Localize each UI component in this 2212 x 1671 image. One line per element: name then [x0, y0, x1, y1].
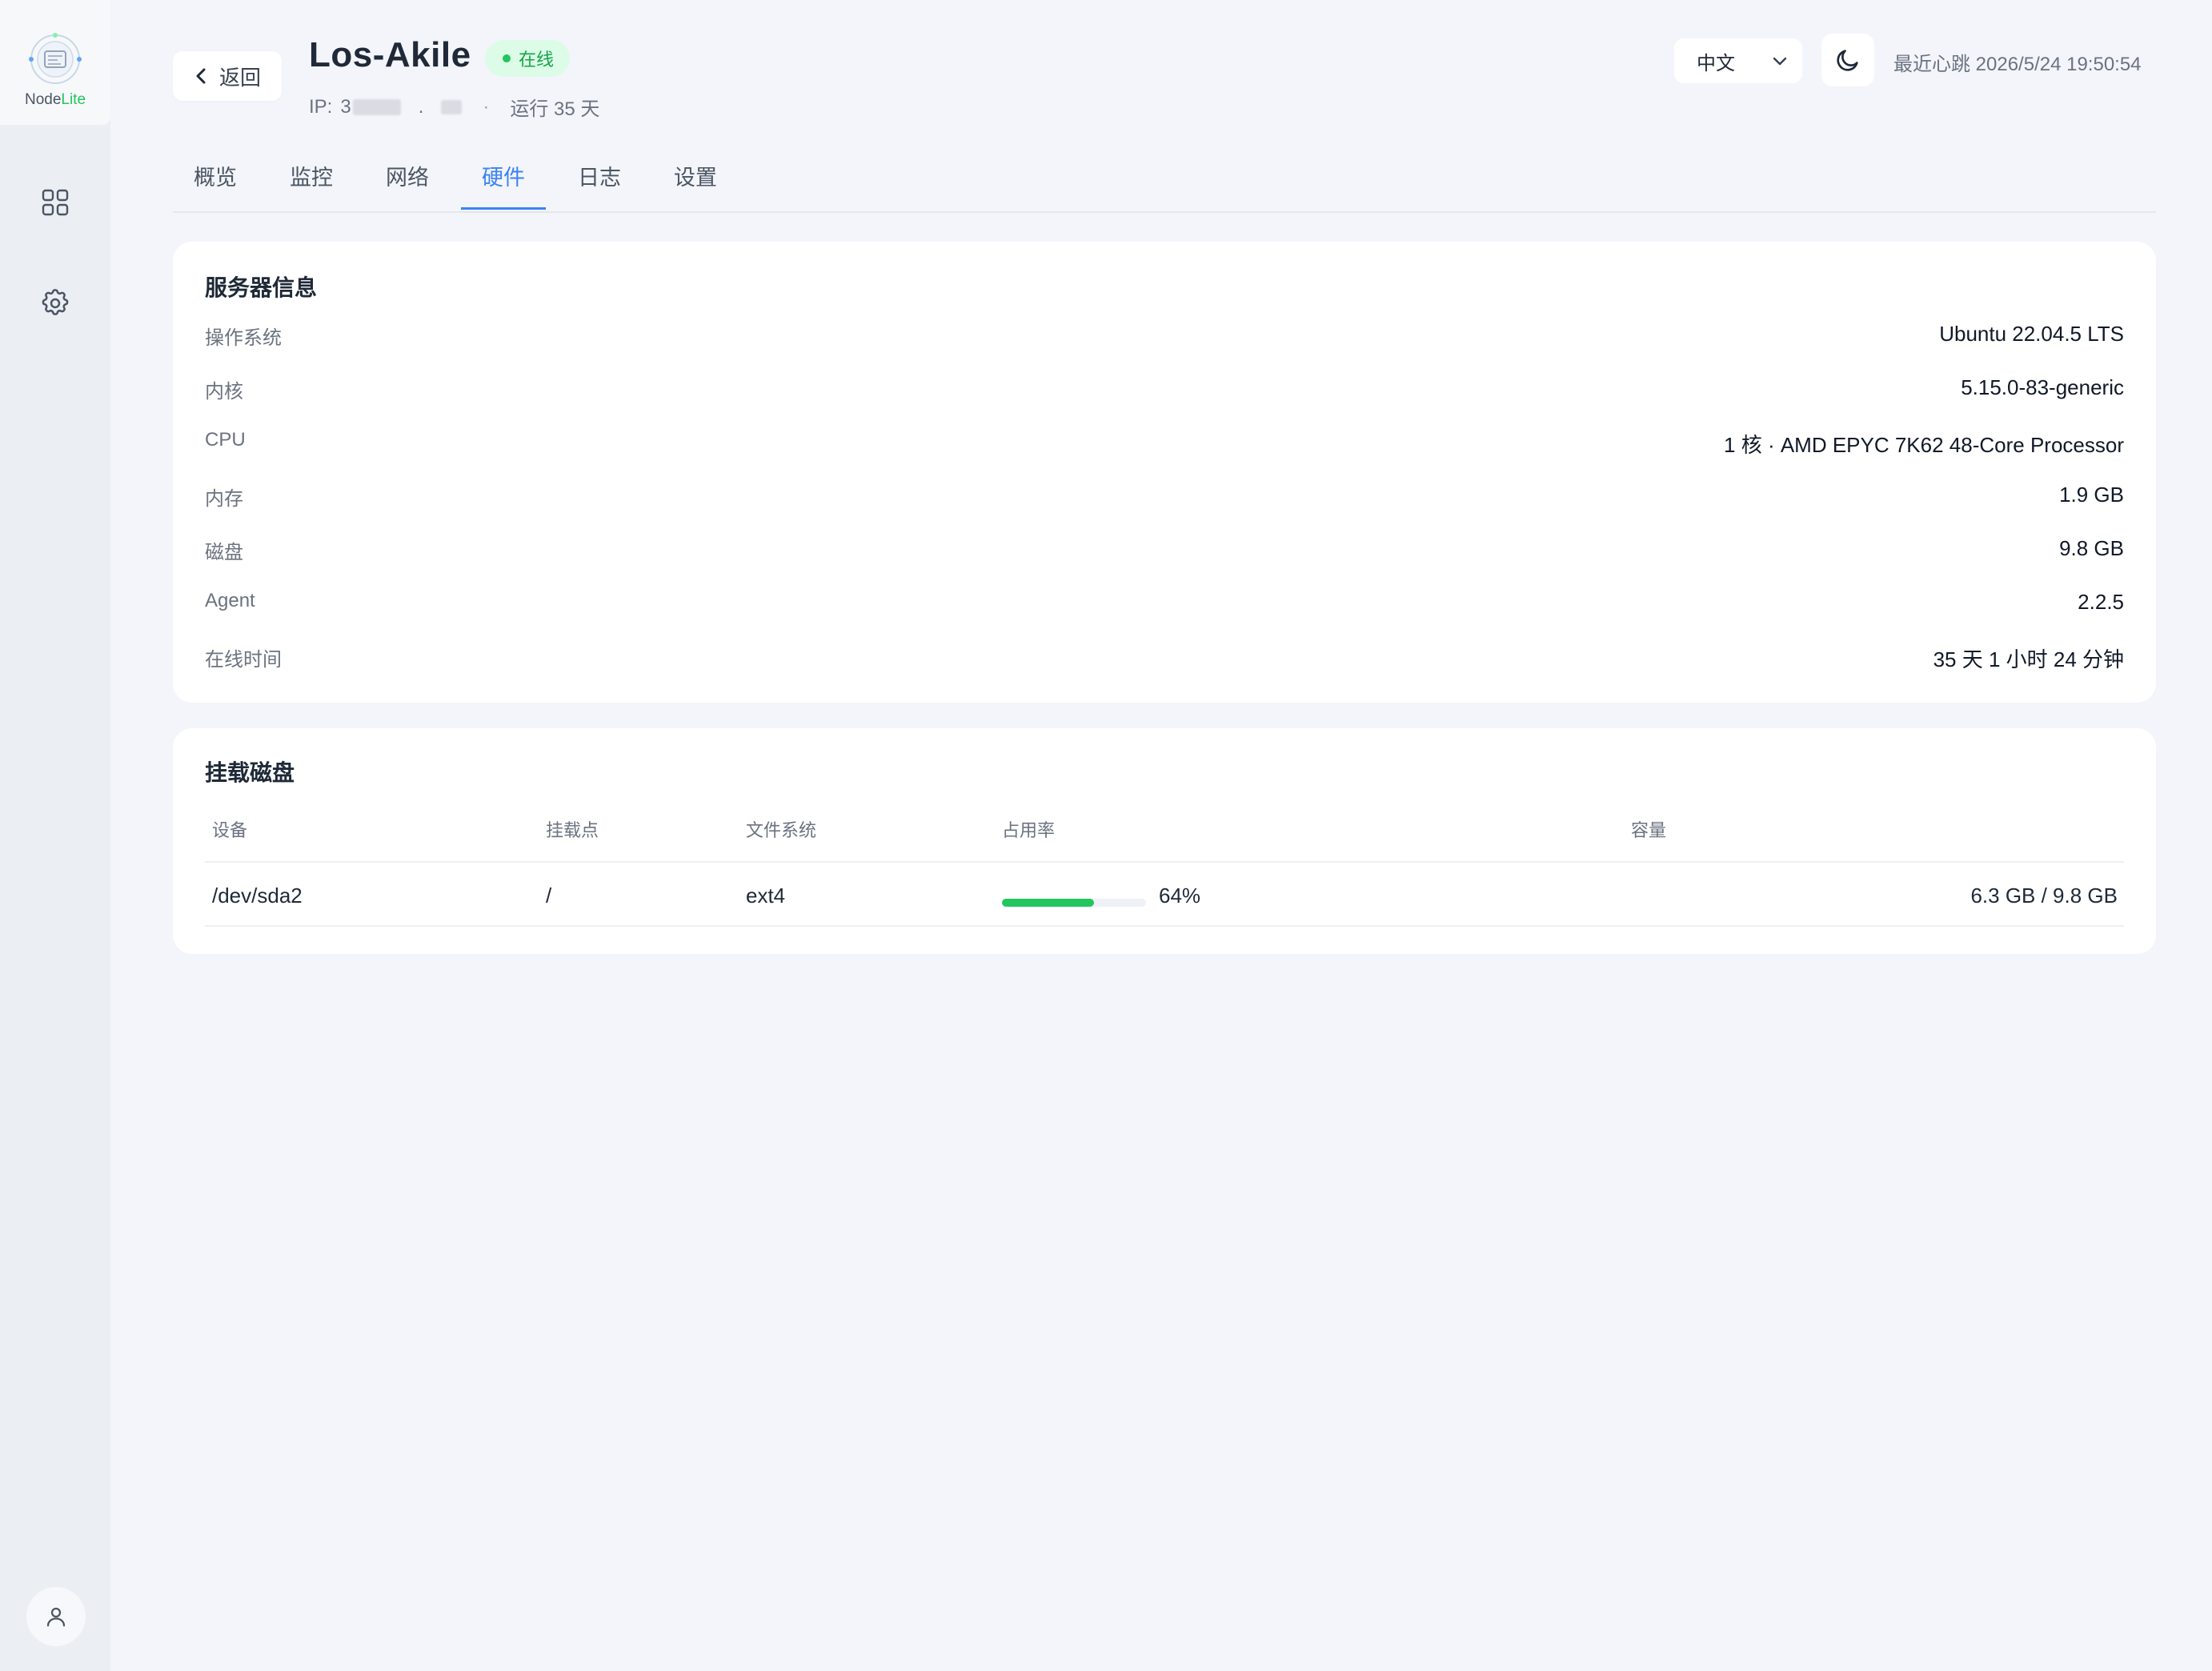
mounted-disks-title: 挂载磁盘	[205, 760, 295, 785]
status-dot	[503, 54, 511, 62]
back-button[interactable]: 返回	[173, 51, 282, 101]
chevron-left-icon	[196, 68, 206, 84]
table-divider	[205, 861, 2124, 863]
tab-hardware[interactable]: 硬件	[461, 160, 546, 210]
language-value: 中文	[1697, 52, 1735, 74]
mounted-disks-card: 挂载磁盘 设备 挂载点 文件系统 占用率 容量 /dev/sda2 / ext4…	[173, 728, 2156, 954]
tab-overview[interactable]: 概览	[173, 160, 258, 210]
tab-settings[interactable]: 设置	[653, 160, 738, 210]
info-row-disk: 磁盘 9.8 GB	[205, 536, 2124, 568]
user-icon	[46, 1607, 66, 1627]
info-label: 内存	[205, 488, 243, 510]
ip-dot: .	[418, 95, 424, 118]
tab-network[interactable]: 网络	[365, 160, 450, 210]
dashboard-grid-icon[interactable]	[36, 183, 74, 222]
app-logo[interactable]: NodeLite	[0, 0, 110, 125]
info-row-os: 操作系统 Ubuntu 22.04.5 LTS	[205, 322, 2124, 354]
info-value: 1 核 · AMD EPYC 7K62 48-Core Processor	[1724, 433, 2124, 457]
disk-usage-percent: 64%	[1159, 884, 1201, 908]
info-label: 内核	[205, 381, 243, 403]
column-header-filesystem: 文件系统	[746, 820, 817, 840]
settings-gear-icon[interactable]	[36, 284, 74, 323]
sidebar: NodeLite	[0, 0, 110, 1671]
info-label: CPU	[205, 429, 246, 451]
info-label: 磁盘	[205, 542, 243, 563]
info-value: Ubuntu 22.04.5 LTS	[1939, 322, 2124, 346]
column-header-mount: 挂载点	[546, 820, 599, 840]
table-divider	[205, 925, 2124, 927]
status-text: 在线	[519, 50, 555, 70]
tab-logs[interactable]: 日志	[557, 160, 642, 210]
last-heartbeat: 最近心跳 2026/5/24 19:50:54	[1893, 54, 2142, 75]
info-value: 2.2.5	[2078, 590, 2124, 614]
separator-dot: ·	[483, 95, 490, 118]
info-value: 9.8 GB	[2059, 536, 2124, 560]
info-label: 在线时间	[205, 649, 282, 671]
user-button[interactable]	[26, 1587, 86, 1646]
column-header-device: 设备	[212, 820, 248, 840]
chevron-down-icon	[1773, 57, 1787, 66]
logo-icon	[29, 33, 82, 84]
ip-redacted	[352, 98, 401, 115]
server-subline: IP: 3 . · 运行 35 天	[309, 93, 599, 121]
info-row-memory: 内存 1.9 GB	[205, 483, 2124, 515]
info-label: Agent	[205, 590, 255, 611]
server-info-title: 服务器信息	[205, 275, 318, 300]
language-select[interactable]: 中文	[1674, 38, 1802, 83]
column-header-usage: 占用率	[1002, 820, 1056, 840]
info-row-agent: Agent 2.2.5	[205, 590, 2124, 622]
tab-bar: 概览 监控 网络 硬件 日志 设置	[173, 152, 2156, 213]
ip-label: IP:	[309, 95, 333, 118]
disk-filesystem: ext4	[746, 884, 786, 908]
moon-icon	[1837, 50, 1858, 71]
info-label: 操作系统	[205, 327, 282, 349]
info-row-kernel: 内核 5.15.0-83-generic	[205, 375, 2124, 407]
page-title: Los-Akile	[309, 35, 471, 74]
theme-toggle-button[interactable]	[1821, 34, 1874, 86]
uptime-text: 运行 35 天	[510, 98, 600, 120]
back-label: 返回	[218, 65, 261, 90]
disk-device: /dev/sda2	[212, 884, 303, 908]
disk-capacity: 6.3 GB / 9.8 GB	[1970, 884, 2118, 908]
info-value: 35 天 1 小时 24 分钟	[1933, 647, 2124, 671]
disk-usage-bar-fill	[1002, 899, 1095, 907]
info-row-cpu: CPU 1 核 · AMD EPYC 7K62 48-Core Processo…	[205, 429, 2124, 461]
info-value: 1.9 GB	[2059, 483, 2124, 507]
status-badge: 在线	[485, 40, 571, 77]
disk-mount-point: /	[546, 884, 552, 908]
info-row-online-time: 在线时间 35 天 1 小时 24 分钟	[205, 643, 2124, 675]
tab-monitor[interactable]: 监控	[269, 160, 354, 210]
info-value: 5.15.0-83-generic	[1961, 375, 2124, 399]
ip-partial: 3	[340, 95, 351, 118]
ip-redacted	[441, 99, 463, 114]
disk-usage-bar	[1002, 899, 1146, 907]
logo-text: NodeLite	[24, 91, 86, 108]
column-header-capacity: 容量	[1631, 820, 1667, 840]
server-info-card: 服务器信息 操作系统 Ubuntu 22.04.5 LTS 内核 5.15.0-…	[173, 242, 2156, 703]
